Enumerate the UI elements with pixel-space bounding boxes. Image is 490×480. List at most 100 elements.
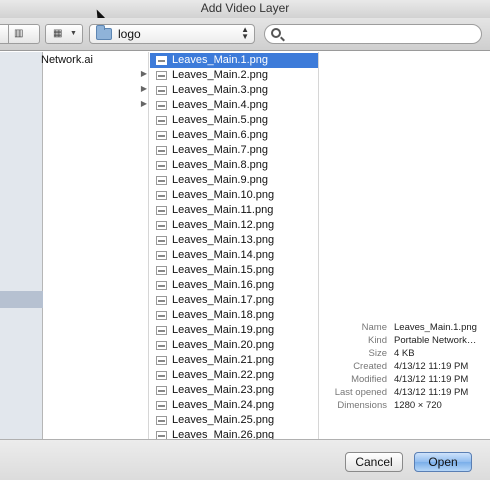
info-value: 4/13/12 11:19 PM: [394, 374, 469, 385]
path-folder-label: logo: [118, 27, 141, 41]
info-value: 4/13/12 11:19 PM: [394, 387, 469, 398]
png-file-icon: [156, 251, 167, 260]
file-list-item[interactable]: Leaves_Main.17.png: [150, 293, 318, 308]
column1-item-label: Network.ai: [41, 54, 93, 66]
file-list-item[interactable]: Leaves_Main.25.png: [150, 413, 318, 428]
file-list-item[interactable]: Leaves_Main.5.png: [150, 113, 318, 128]
window-title: Add Video Layer: [200, 1, 290, 15]
png-file-icon: [156, 116, 167, 125]
file-name: Leaves_Main.22.png: [172, 369, 275, 381]
info-value: 4 KB: [394, 348, 415, 359]
updown-arrows-icon: ▲ ▼: [241, 25, 249, 41]
open-button[interactable]: Open: [414, 452, 472, 472]
file-name: Leaves_Main.8.png: [172, 159, 269, 171]
png-file-icon: [156, 86, 167, 95]
column1-item[interactable]: ▶: [43, 98, 149, 113]
file-list-item[interactable]: Leaves_Main.14.png: [150, 248, 318, 263]
info-key: Last opened: [334, 387, 387, 398]
png-file-icon: [156, 176, 167, 185]
info-row: Modified 4/13/12 11:19 PM: [320, 374, 490, 387]
info-key: Created: [353, 361, 387, 372]
file-name: Leaves_Main.9.png: [172, 174, 269, 186]
info-key: Size: [368, 348, 387, 359]
file-list-item[interactable]: Leaves_Main.21.png: [150, 353, 318, 368]
arrange-menu-button[interactable]: ▦ ▼: [45, 24, 83, 44]
file-list-item[interactable]: Leaves_Main.10.png: [150, 188, 318, 203]
file-name: Leaves_Main.14.png: [172, 249, 275, 261]
file-name: Leaves_Main.18.png: [172, 309, 275, 321]
file-list-item[interactable]: Leaves_Main.26.png: [150, 428, 318, 439]
file-list-item[interactable]: Leaves_Main.7.png: [150, 143, 318, 158]
file-list-item[interactable]: Leaves_Main.4.png: [150, 98, 318, 113]
file-list-item[interactable]: Leaves_Main.9.png: [150, 173, 318, 188]
column-view-icon[interactable]: ▥: [14, 25, 23, 43]
file-name: Leaves_Main.11.png: [172, 204, 274, 216]
file-list-item[interactable]: Leaves_Main.22.png: [150, 368, 318, 383]
file-name: Leaves_Main.2.png: [172, 69, 269, 81]
preview-pane: Name Leaves_Main.1.png Kind Portable Networ…: [320, 52, 490, 439]
file-list-item[interactable]: Leaves_Main.8.png: [150, 158, 318, 173]
png-file-icon: [156, 371, 167, 380]
file-list-item[interactable]: Leaves_Main.6.png: [150, 128, 318, 143]
info-row: Created 4/13/12 11:19 PM: [320, 361, 490, 374]
file-list-item[interactable]: Leaves_Main.13.png: [150, 233, 318, 248]
chevron-down-icon: ▼: [70, 30, 77, 37]
png-file-icon: [156, 386, 167, 395]
file-name: Leaves_Main.16.png: [172, 279, 275, 291]
file-name: Leaves_Main.7.png: [172, 144, 269, 156]
file-list-item[interactable]: Leaves_Main.11.png: [150, 203, 318, 218]
file-list-item[interactable]: Leaves_Main.2.png: [150, 68, 318, 83]
info-row: Kind Portable Network…: [320, 335, 490, 348]
segment-divider: [8, 25, 9, 43]
file-name: Leaves_Main.17.png: [172, 294, 275, 306]
png-file-icon: [156, 71, 167, 80]
png-file-icon: [156, 281, 167, 290]
sidebar-selected-item[interactable]: [0, 291, 43, 308]
png-file-icon: [156, 56, 167, 65]
file-list-column[interactable]: Leaves_Main.1.png Leaves_Main.2.png Leaves…: [150, 52, 319, 439]
file-name: Leaves_Main.15.png: [172, 264, 275, 276]
file-name: Leaves_Main.25.png: [172, 414, 275, 426]
info-value: Leaves_Main.1.png: [394, 322, 477, 333]
column1-item[interactable]: ▶: [43, 68, 149, 83]
grid-icon: ▦: [53, 28, 63, 39]
file-list-item[interactable]: Leaves_Main.15.png: [150, 263, 318, 278]
info-key: Name: [361, 322, 387, 333]
file-name: Leaves_Main.1.png: [172, 54, 269, 66]
file-name: Leaves_Main.4.png: [172, 99, 269, 111]
file-name: Leaves_Main.10.png: [172, 189, 275, 201]
file-list-item[interactable]: Leaves_Main.20.png: [150, 338, 318, 353]
sidebar[interactable]: [0, 52, 43, 439]
file-list-item[interactable]: Leaves_Main.1.png: [150, 53, 318, 68]
file-list-item[interactable]: Leaves_Main.16.png: [150, 278, 318, 293]
png-file-icon: [156, 326, 167, 335]
column1-item[interactable]: ▶: [43, 83, 149, 98]
disclosure-arrow-icon: ▶: [140, 99, 147, 108]
toolbar: ▥ ▦ ▼ logo ▲ ▼: [0, 18, 490, 51]
file-name: Leaves_Main.24.png: [172, 399, 275, 411]
file-list-item[interactable]: Leaves_Main.12.png: [150, 218, 318, 233]
file-list-item[interactable]: Leaves_Main.19.png: [150, 323, 318, 338]
png-file-icon: [156, 146, 167, 155]
info-value: Portable Network…: [394, 335, 477, 346]
search-icon: [271, 28, 281, 38]
path-popup[interactable]: logo ▲ ▼: [89, 24, 255, 44]
png-file-icon: [156, 356, 167, 365]
info-key: Dimensions: [337, 400, 387, 411]
info-row: Last opened 4/13/12 11:19 PM: [320, 387, 490, 400]
file-name: Leaves_Main.6.png: [172, 129, 269, 141]
file-list-item[interactable]: Leaves_Main.24.png: [150, 398, 318, 413]
file-list-item[interactable]: Leaves_Main.18.png: [150, 308, 318, 323]
search-field[interactable]: [264, 24, 482, 44]
column1-item[interactable]: Network.ai: [41, 53, 149, 68]
cancel-button[interactable]: Cancel: [345, 452, 403, 472]
file-list-item[interactable]: Leaves_Main.23.png: [150, 383, 318, 398]
file-name: Leaves_Main.5.png: [172, 114, 269, 126]
png-file-icon: [156, 416, 167, 425]
file-name: Leaves_Main.20.png: [172, 339, 275, 351]
file-name: Leaves_Main.3.png: [172, 84, 269, 96]
info-key: Modified: [351, 374, 387, 385]
browser-column-1[interactable]: Network.ai ▶ ▶ ▶: [41, 52, 149, 439]
view-mode-segmented-control[interactable]: ▥: [0, 24, 40, 44]
file-list-item[interactable]: Leaves_Main.3.png: [150, 83, 318, 98]
